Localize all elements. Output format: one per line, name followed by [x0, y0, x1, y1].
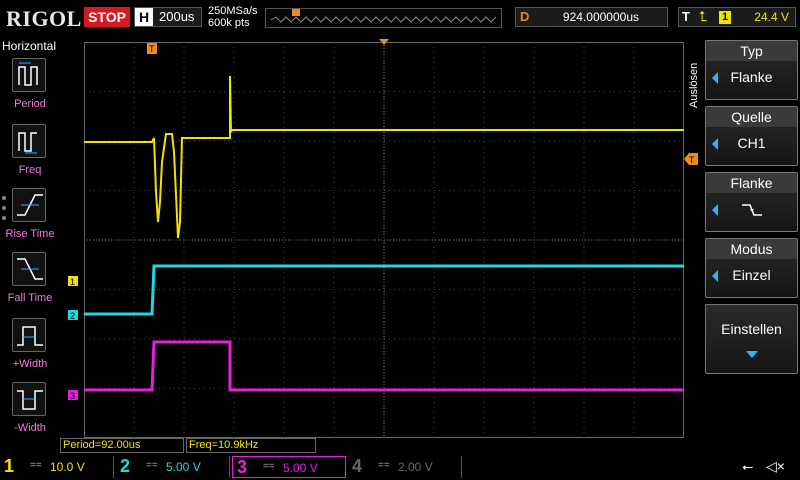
falling-edge-icon — [742, 204, 762, 216]
fall-time-icon — [12, 252, 46, 286]
horizontal-label: H — [135, 8, 153, 26]
usb-icon: ⭠ — [742, 458, 754, 474]
channel-1-number: 1 — [4, 456, 15, 476]
trigger-time-marker[interactable]: T — [146, 42, 160, 56]
measure-pos-width-button[interactable]: +Width — [0, 318, 60, 382]
measure-period-button[interactable]: Period — [0, 58, 60, 122]
waveform-graticule — [84, 42, 684, 438]
trigger-source-title: Quelle — [706, 107, 797, 127]
trigger-source-button[interactable]: Quelle CH1 — [705, 106, 798, 166]
dc-coupling-icon: == — [263, 461, 275, 472]
rise-time-icon — [12, 188, 46, 222]
horizontal-measure-menu: Horizontal Period Freq Rise Time Fall Ti… — [0, 36, 60, 436]
trigger-position-marker — [292, 9, 300, 16]
channel-4-settings[interactable]: 4 == 2.00 V — [348, 456, 462, 478]
horizontal-value: 200us — [159, 9, 195, 24]
trigger-mode-title: Modus — [706, 239, 797, 259]
chevron-down-icon — [746, 351, 758, 358]
trigger-level-marker[interactable]: T — [684, 152, 700, 166]
measure-fall-time-button[interactable]: Fall Time — [0, 252, 60, 316]
freq-label: Freq — [18, 164, 42, 176]
trigger-type-button[interactable]: Typ Flanke — [705, 40, 798, 100]
period-icon — [12, 58, 46, 92]
measure-freq-button[interactable]: Freq — [0, 124, 60, 188]
acquisition-info: 250MSa/s 600k pts — [208, 5, 258, 29]
trigger-settings-label: Einstellen — [721, 321, 782, 337]
trigger-mode-value: Einzel — [732, 267, 771, 283]
svg-text:2: 2 — [70, 311, 75, 321]
waveform-overview-icon — [270, 9, 497, 23]
channel-2-scale: 5.00 V — [166, 460, 201, 474]
trigger-type-value: Flanke — [730, 69, 773, 85]
speaker-icon[interactable]: ◁× — [766, 458, 785, 475]
measurement-freq: Freq=10.9kHz — [186, 438, 316, 453]
rising-edge-icon: ⮤ — [699, 8, 708, 24]
neg-width-label: -Width — [14, 422, 46, 434]
neg-width-icon — [12, 382, 46, 416]
svg-text:1: 1 — [70, 277, 75, 287]
trigger-menu: Typ Flanke Quelle CH1 Flanke Modus Einze… — [702, 40, 800, 436]
channel-3-number: 3 — [237, 457, 248, 477]
trigger-label: T — [682, 9, 690, 24]
trigger-type-title: Typ — [706, 41, 797, 61]
trigger-source: 1 — [719, 11, 731, 24]
trigger-slope-title: Flanke — [706, 173, 797, 193]
waveform-display[interactable] — [84, 42, 684, 438]
trigger-level: 24.4 V — [754, 10, 789, 24]
trigger-source-value: CH1 — [737, 135, 766, 151]
ch3-marker[interactable]: 3 — [68, 390, 78, 401]
trigger-readout[interactable]: T ⮤ 1 24.4 V — [678, 7, 796, 27]
top-bar: RIGOL STOP H 200us 250MSa/s 600k pts D 9… — [0, 0, 800, 36]
dc-coupling-icon: == — [146, 460, 158, 471]
channel-2-number: 2 — [120, 456, 131, 476]
channel-4-scale: 2.00 V — [398, 460, 433, 474]
rise-time-label: Rise Time — [5, 228, 55, 240]
ch1-marker[interactable]: 1 — [68, 276, 78, 287]
channel-3-settings[interactable]: 3 == 5.00 V — [232, 456, 346, 478]
channel-bar: 1 == 10.0 V 2 == 5.00 V 3 == 5.00 V 4 ==… — [0, 454, 800, 480]
dc-coupling-icon: == — [378, 460, 390, 471]
channel-3-scale: 5.00 V — [283, 461, 318, 475]
ch2-marker[interactable]: 2 — [68, 310, 78, 321]
sample-rate: 250MSa/s — [208, 5, 258, 17]
period-label: Period — [14, 98, 46, 110]
measurement-period: Period=92.00us — [60, 438, 184, 453]
measure-rise-time-button[interactable]: Rise Time — [0, 188, 60, 252]
trigger-settings-button[interactable]: Einstellen — [705, 304, 798, 374]
trigger-mode-button[interactable]: Modus Einzel — [705, 238, 798, 298]
delay-readout[interactable]: D 924.000000us — [515, 7, 668, 27]
pos-width-label: +Width — [12, 358, 48, 370]
fall-time-label: Fall Time — [7, 292, 53, 304]
center-marker-icon — [379, 39, 389, 45]
channel-2-settings[interactable]: 2 == 5.00 V — [116, 456, 230, 478]
run-stop-status[interactable]: STOP — [84, 7, 130, 27]
delay-value: 924.000000us — [562, 10, 639, 24]
channel-4-number: 4 — [352, 456, 363, 476]
channel-markers: 1 2 3 — [68, 276, 78, 401]
memory-depth: 600k pts — [208, 17, 250, 29]
freq-icon — [12, 124, 46, 158]
svg-text:3: 3 — [70, 391, 75, 401]
brand-logo: RIGOL — [6, 6, 82, 31]
delay-label: D — [520, 9, 530, 24]
measure-neg-width-button[interactable]: -Width — [0, 382, 60, 446]
horizontal-scale[interactable]: H 200us — [134, 7, 202, 27]
channel-1-scale: 10.0 V — [50, 460, 85, 474]
dc-coupling-icon: == — [30, 460, 42, 471]
trigger-slope-button[interactable]: Flanke — [705, 172, 798, 232]
channel-1-settings[interactable]: 1 == 10.0 V — [0, 456, 114, 478]
trigger-position-bar[interactable] — [265, 8, 502, 28]
pos-width-icon — [12, 318, 46, 352]
select-arrow-icon — [712, 204, 718, 216]
svg-text:T: T — [149, 44, 155, 54]
menu-title: Horizontal — [2, 39, 57, 53]
svg-text:T: T — [689, 155, 695, 165]
trigger-menu-label: Auslösen — [688, 62, 700, 108]
